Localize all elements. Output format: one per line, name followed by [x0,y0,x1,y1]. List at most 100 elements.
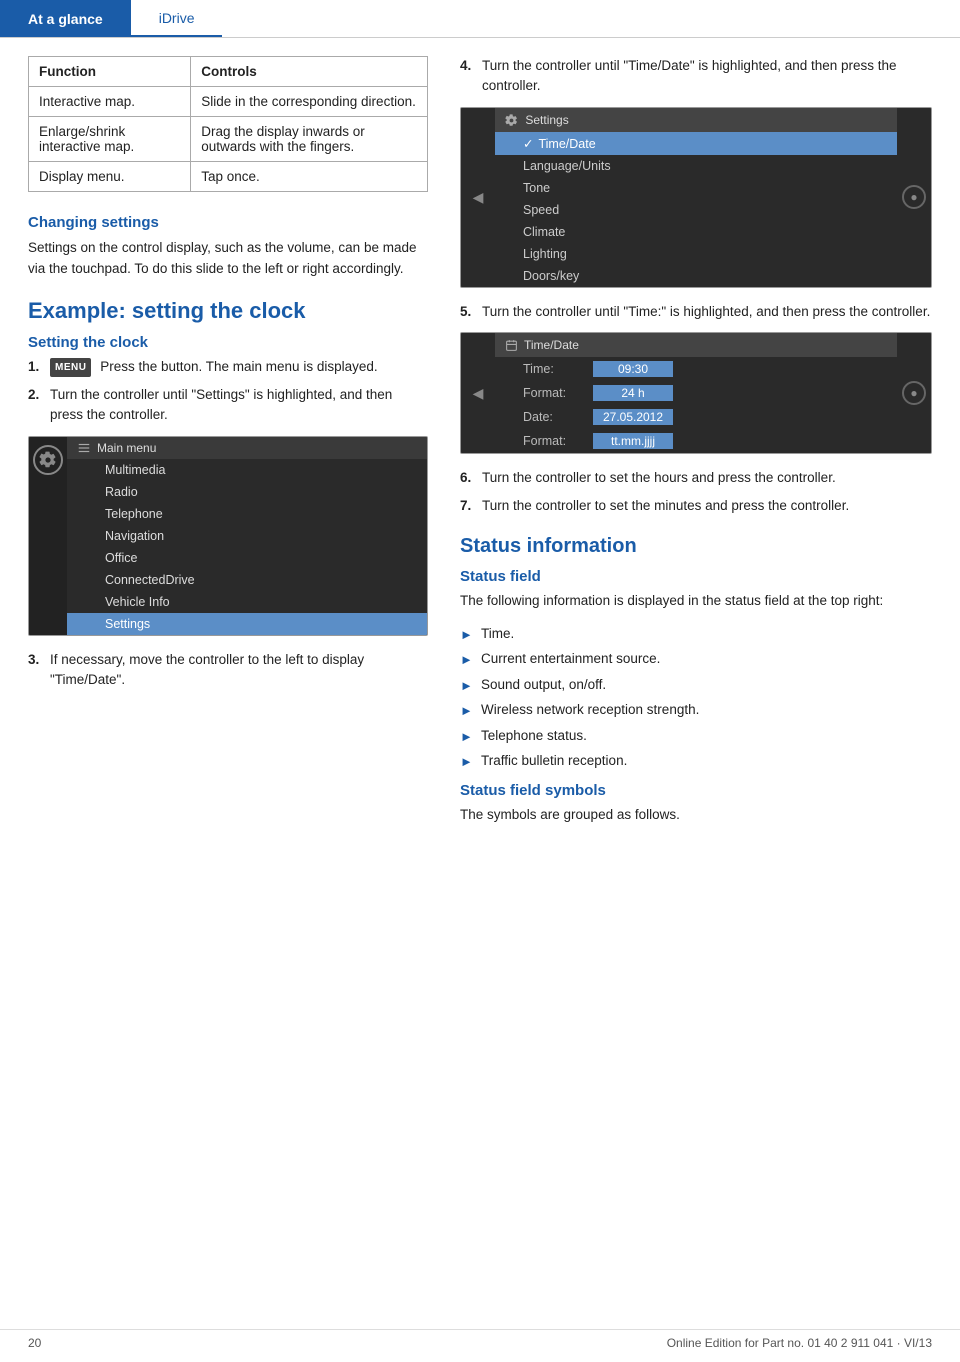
step-3-num: 3. [28,650,50,670]
tab-idrive[interactable]: iDrive [131,0,223,37]
main-menu-title: Main menu [97,441,156,455]
table-col-controls: Controls [191,57,428,87]
settings-title-text: Settings [525,113,568,127]
timedate-field-row: Format:tt.mm.jjjj [495,429,897,453]
bullet-arrow-icon: ► [460,676,474,696]
step-2-num: 2. [28,385,50,405]
step-4-num: 4. [460,56,482,76]
bullet-list-item: ► Telephone status. [460,726,932,747]
step-1: 1. MENU Press the button. The main menu … [28,357,428,377]
bullet-arrow-icon: ► [460,752,474,772]
bullet-text: Sound output, on/off. [481,675,606,695]
status-field-body: The following information is displayed i… [460,591,932,612]
settings-item: Doors/key [495,265,897,287]
step-6-text: Turn the controller to set the hours and… [482,468,932,488]
settings-item: Speed [495,199,897,221]
field-label: Time: [523,362,593,376]
step-2-text: Turn the controller until "Settings" is … [50,385,428,426]
field-value: tt.mm.jjjj [593,433,673,449]
gear-icon [39,451,57,469]
main-menu-item: Radio [67,481,427,503]
status-field-symbols-body: The symbols are grouped as follows. [460,805,932,826]
bullet-text: Wireless network reception strength. [481,700,699,720]
settings-left-arrow: ◀ [461,108,495,287]
steps-list-right: 4. Turn the controller until "Time/Date"… [460,56,932,97]
step-4-text: Turn the controller until "Time/Date" is… [482,56,932,97]
main-menu-screen: Main menu MultimediaRadioTelephoneNaviga… [29,437,427,635]
bullet-list-item: ► Sound output, on/off. [460,675,932,696]
table-cell-function: Display menu. [29,162,191,192]
table-cell-controls: Drag the display inwards or outwards wit… [191,117,428,162]
settings-screen-inner: ◀ Settings ✓Time/DateLanguage/UnitsToneS… [461,108,931,287]
status-field-heading: Status field [460,568,932,585]
step-1-num: 1. [28,357,50,377]
step-5-num: 5. [460,302,482,322]
settings-menu-content: Settings ✓Time/DateLanguage/UnitsToneSpe… [495,108,897,287]
bullet-text: Traffic bulletin reception. [481,751,627,771]
field-value: 24 h [593,385,673,401]
settings-items-list: ✓Time/DateLanguage/UnitsToneSpeedClimate… [495,132,897,287]
bullet-arrow-icon: ► [460,625,474,645]
step-3: 3. If necessary, move the controller to … [28,650,428,691]
step-4: 4. Turn the controller until "Time/Date"… [460,56,932,97]
timedate-content: Time/Date Time:09:30Format:24 hDate:27.0… [495,333,897,453]
bullet-arrow-icon: ► [460,650,474,670]
main-menu-screenshot: Main menu MultimediaRadioTelephoneNaviga… [28,436,428,636]
field-label: Format: [523,386,593,400]
field-value: 27.05.2012 [593,409,673,425]
settings-item: Language/Units [495,155,897,177]
timedate-right-control: ● [897,333,931,453]
status-bullet-list: ► Time. ► Current entertainment source. ► Sou… [460,624,932,772]
bullet-text: Current entertainment source. [481,649,660,669]
settings-screen-title: Settings [495,108,897,132]
main-menu-title-bar: Main menu [67,437,427,459]
bullet-text: Time. [481,624,514,644]
controller-circle-icon-2: ● [902,381,926,405]
timedate-title-bar: Time/Date [495,333,897,357]
step-6: 6. Turn the controller to set the hours … [460,468,932,488]
left-column: Function Controls Interactive map.Slide … [0,56,450,837]
step-7-text: Turn the controller to set the minutes a… [482,496,932,516]
table-row: Display menu.Tap once. [29,162,428,192]
table-cell-controls: Tap once. [191,162,428,192]
main-menu-item: Telephone [67,503,427,525]
bullet-arrow-icon: ► [460,727,474,747]
status-information-heading: Status information [460,535,932,558]
table-cell-function: Interactive map. [29,87,191,117]
field-label: Date: [523,410,593,424]
settings-screenshot: ◀ Settings ✓Time/DateLanguage/UnitsToneS… [460,107,932,288]
settings-right-control: ● [897,108,931,287]
settings-item: ✓Time/Date [495,132,897,155]
main-menu-content: Main menu MultimediaRadioTelephoneNaviga… [67,437,427,635]
tab-idrive-label: iDrive [159,10,195,26]
page-footer: 20 Online Edition for Part no. 01 40 2 9… [0,1329,960,1350]
settings-item: Climate [495,221,897,243]
main-menu-item: Vehicle Info [67,591,427,613]
table-cell-controls: Slide in the corresponding direction. [191,87,428,117]
table-row: Interactive map.Slide in the correspondi… [29,87,428,117]
calendar-icon [505,339,518,352]
timedate-field-row: Date:27.05.2012 [495,405,897,429]
table-cell-function: Enlarge/shrink interactive map. [29,117,191,162]
status-field-symbols-heading: Status field symbols [460,782,932,799]
page-number: 20 [28,1336,41,1350]
step-3-text: If necessary, move the controller to the… [50,650,428,691]
tab-at-a-glance[interactable]: At a glance [0,0,131,37]
menu-button-icon: MENU [50,358,91,377]
status-information-section: Status information Status field The foll… [460,535,932,826]
bullet-list-item: ► Traffic bulletin reception. [460,751,932,772]
main-menu-item: Settings [67,613,427,635]
step-2: 2. Turn the controller until "Settings" … [28,385,428,426]
steps-list-step5: 5. Turn the controller until "Time:" is … [460,302,932,322]
tab-at-a-glance-label: At a glance [28,11,103,27]
bullet-list-item: ►Wireless network reception strength. [460,700,932,721]
screen-sidebar [29,437,67,635]
step-5-text: Turn the controller until "Time:" is hig… [482,302,932,322]
step-1-text: MENU Press the button. The main menu is … [50,357,428,377]
steps-list-step3: 3. If necessary, move the controller to … [28,650,428,691]
bullet-list-item: ► Time. [460,624,932,645]
copyright-text: Online Edition for Part no. 01 40 2 911 … [667,1336,932,1350]
bullet-text: Telephone status. [481,726,587,746]
step-7-num: 7. [460,496,482,516]
step-6-num: 6. [460,468,482,488]
